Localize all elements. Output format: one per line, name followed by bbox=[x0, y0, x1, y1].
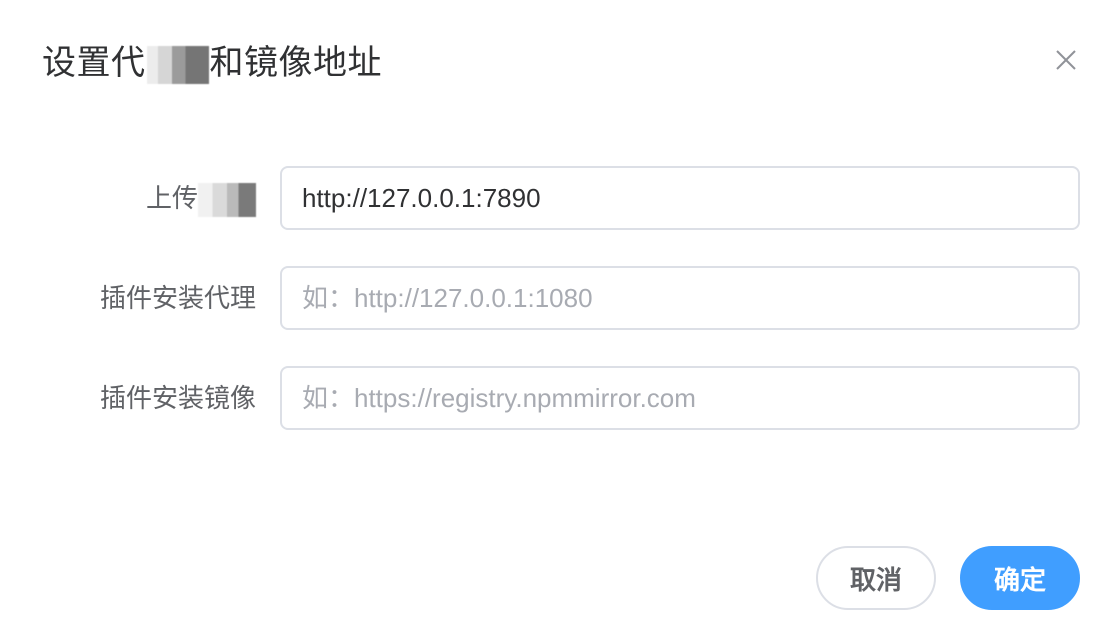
plugin-proxy-label: 插件安装代理 bbox=[99, 283, 256, 313]
plugin-mirror-input[interactable] bbox=[280, 366, 1080, 430]
close-button[interactable] bbox=[1052, 46, 1080, 74]
upload-proxy-label-text: 上传 bbox=[145, 183, 198, 213]
upload-proxy-label: 上传 bbox=[146, 166, 256, 230]
dialog-title: 设置代 和镜像地址 bbox=[42, 40, 382, 86]
confirm-button[interactable]: 确定 bbox=[960, 546, 1080, 610]
form-row-upload-proxy: 上传 bbox=[0, 166, 1108, 230]
cancel-button[interactable]: 取消 bbox=[816, 546, 936, 610]
proxy-mirror-dialog: 设置代 和镜像地址 上传 插件安装代理 插件安装镜像 取消 确定 bbox=[0, 0, 1108, 642]
title-prefix: 设置 bbox=[42, 44, 111, 82]
title-suffix: 和镜像地址 bbox=[209, 44, 382, 82]
plugin-mirror-label: 插件安装镜像 bbox=[99, 383, 256, 413]
form-row-plugin-mirror: 插件安装镜像 bbox=[0, 366, 1108, 430]
upload-proxy-input[interactable] bbox=[280, 166, 1080, 230]
redacted-mosaic bbox=[146, 46, 209, 85]
title-partial: 代 bbox=[111, 44, 146, 82]
form-row-plugin-proxy: 插件安装代理 bbox=[0, 266, 1108, 330]
plugin-proxy-input[interactable] bbox=[280, 266, 1080, 330]
redacted-mosaic bbox=[198, 183, 256, 218]
close-icon bbox=[1052, 46, 1080, 74]
